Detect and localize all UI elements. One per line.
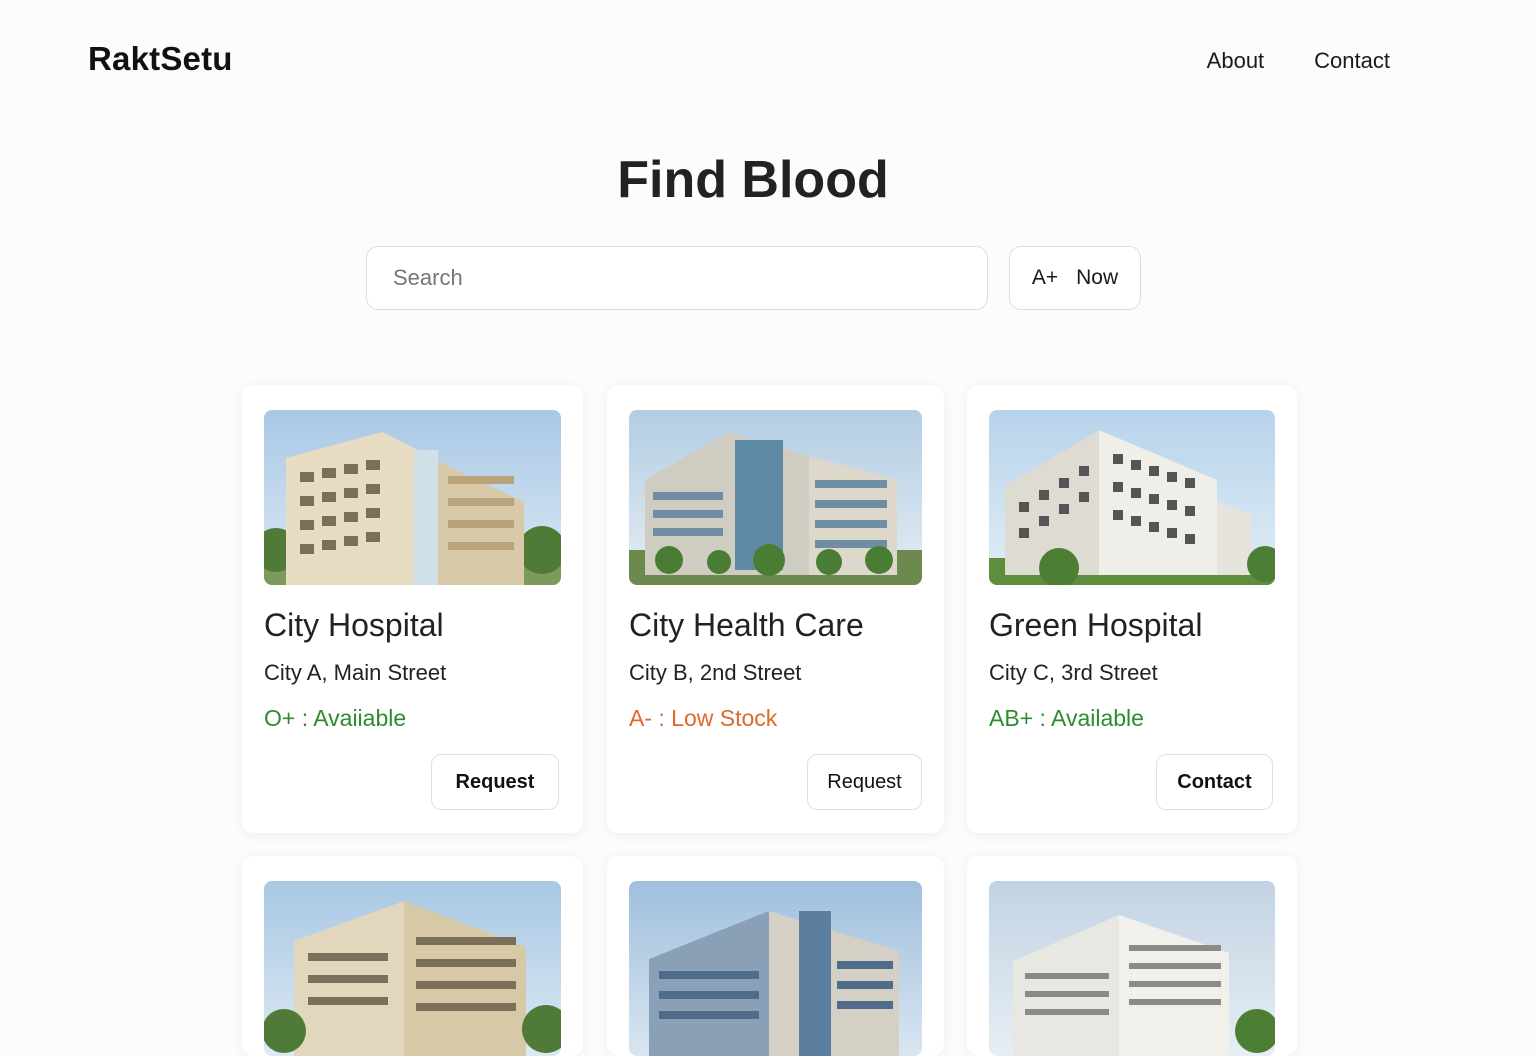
hospital-card	[242, 856, 583, 1056]
hospital-image	[629, 410, 922, 585]
hospital-address: City C, 3rd Street	[989, 660, 1158, 685]
blood-availability-status: O+ : Avaiiable	[264, 705, 407, 731]
hospital-name: Green Hospital	[989, 607, 1203, 643]
blood-availability-status: A- : Low Stock	[629, 705, 778, 731]
hospital-card	[967, 856, 1297, 1056]
hospital-image	[989, 881, 1275, 1056]
hospital-card: City Health Care City B, 2nd Street A- :…	[607, 385, 944, 833]
hospital-image	[989, 410, 1275, 585]
top-nav: About Contact	[1207, 48, 1390, 74]
hospital-name: City Health Care	[629, 607, 864, 643]
blood-availability-status: AB+ : Available	[989, 705, 1144, 731]
brand-logo[interactable]: RaktSetu	[88, 40, 233, 78]
hospital-name: City Hospital	[264, 607, 444, 643]
contact-button[interactable]: Contact	[1156, 754, 1273, 810]
hospital-card: City Hospital City A, Main Street O+ : A…	[242, 385, 583, 833]
search-field-wrapper	[366, 246, 988, 310]
nav-link-about[interactable]: About	[1207, 48, 1265, 74]
blood-group-value: A+	[1031, 266, 1059, 289]
blood-group-filter-button[interactable]: A+ Now	[1009, 246, 1141, 310]
filter-label: Now	[1076, 266, 1119, 289]
hospital-address: City A, Main Street	[264, 660, 447, 685]
request-button[interactable]: Request	[431, 754, 559, 810]
search-input[interactable]	[391, 264, 963, 292]
page-title: Find Blood	[617, 151, 889, 209]
hospital-image	[264, 410, 561, 585]
search-bar: A+ Now	[366, 246, 1141, 310]
request-button[interactable]: Request	[807, 754, 922, 810]
hospital-card: Green Hospital City C, 3rd Street AB+ : …	[967, 385, 1297, 833]
hospital-image	[629, 881, 922, 1056]
hospital-image	[264, 881, 561, 1056]
hospital-address: City B, 2nd Street	[629, 660, 802, 685]
nav-link-contact[interactable]: Contact	[1314, 48, 1390, 74]
hospital-card	[607, 856, 944, 1056]
